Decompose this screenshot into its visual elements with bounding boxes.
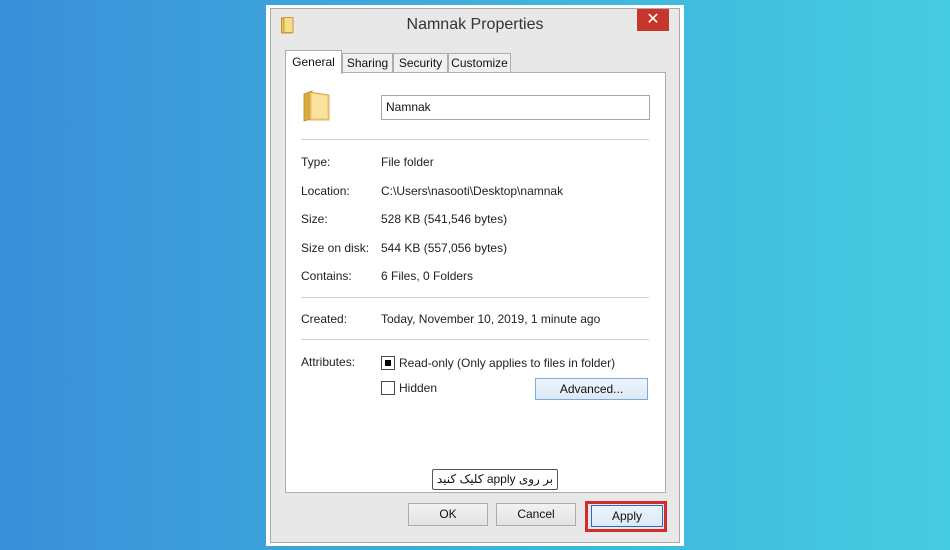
- location-value: C:\Users\nasooti\Desktop\namnak: [381, 184, 564, 198]
- type-value: File folder: [381, 155, 434, 169]
- advanced-button[interactable]: Advanced...: [535, 378, 648, 400]
- readonly-label[interactable]: Read-only (Only applies to files in fold…: [399, 356, 615, 370]
- type-label: Type:: [301, 155, 331, 169]
- divider: [301, 297, 649, 298]
- tab-security[interactable]: Security: [393, 53, 448, 73]
- hidden-checkbox[interactable]: [381, 381, 395, 395]
- ok-button[interactable]: OK: [408, 503, 488, 526]
- size-label: Size:: [301, 212, 328, 226]
- location-label: Location:: [301, 184, 350, 198]
- title-bar: Namnak Properties ✕: [271, 9, 679, 43]
- size-value: 528 KB (541,546 bytes): [381, 212, 508, 226]
- created-label: Created:: [301, 312, 348, 326]
- created-value: Today, November 10, 2019, 1 minute ago: [381, 312, 601, 326]
- close-button[interactable]: ✕: [637, 9, 669, 31]
- properties-dialog: Namnak Properties ✕ General Sharing Secu…: [270, 8, 680, 543]
- tab-general[interactable]: General: [285, 50, 342, 74]
- tab-customize[interactable]: Customize: [448, 53, 511, 73]
- attributes-label: Attributes:: [301, 355, 356, 369]
- tab-sharing[interactable]: Sharing: [342, 53, 393, 73]
- divider: [301, 139, 649, 140]
- folder-name-field[interactable]: Namnak: [381, 95, 650, 120]
- folder-icon: [303, 90, 330, 122]
- cancel-button[interactable]: Cancel: [496, 503, 576, 526]
- readonly-checkbox[interactable]: [381, 356, 395, 370]
- divider: [301, 339, 649, 340]
- size-on-disk-value: 544 KB (557,056 bytes): [381, 241, 508, 255]
- apply-button[interactable]: Apply: [591, 505, 663, 527]
- close-icon: ✕: [646, 11, 660, 28]
- contains-label: Contains:: [301, 269, 352, 283]
- general-panel: Namnak Type: File folder Location: C:\Us…: [285, 72, 666, 493]
- window-title: Namnak Properties: [406, 16, 544, 33]
- hidden-label[interactable]: Hidden: [399, 381, 437, 395]
- size-on-disk-label: Size on disk:: [301, 241, 370, 255]
- instruction-callout: بر روی apply کلیک کنید: [432, 469, 558, 490]
- contains-value: 6 Files, 0 Folders: [381, 269, 474, 283]
- indeterminate-mark: [385, 360, 391, 366]
